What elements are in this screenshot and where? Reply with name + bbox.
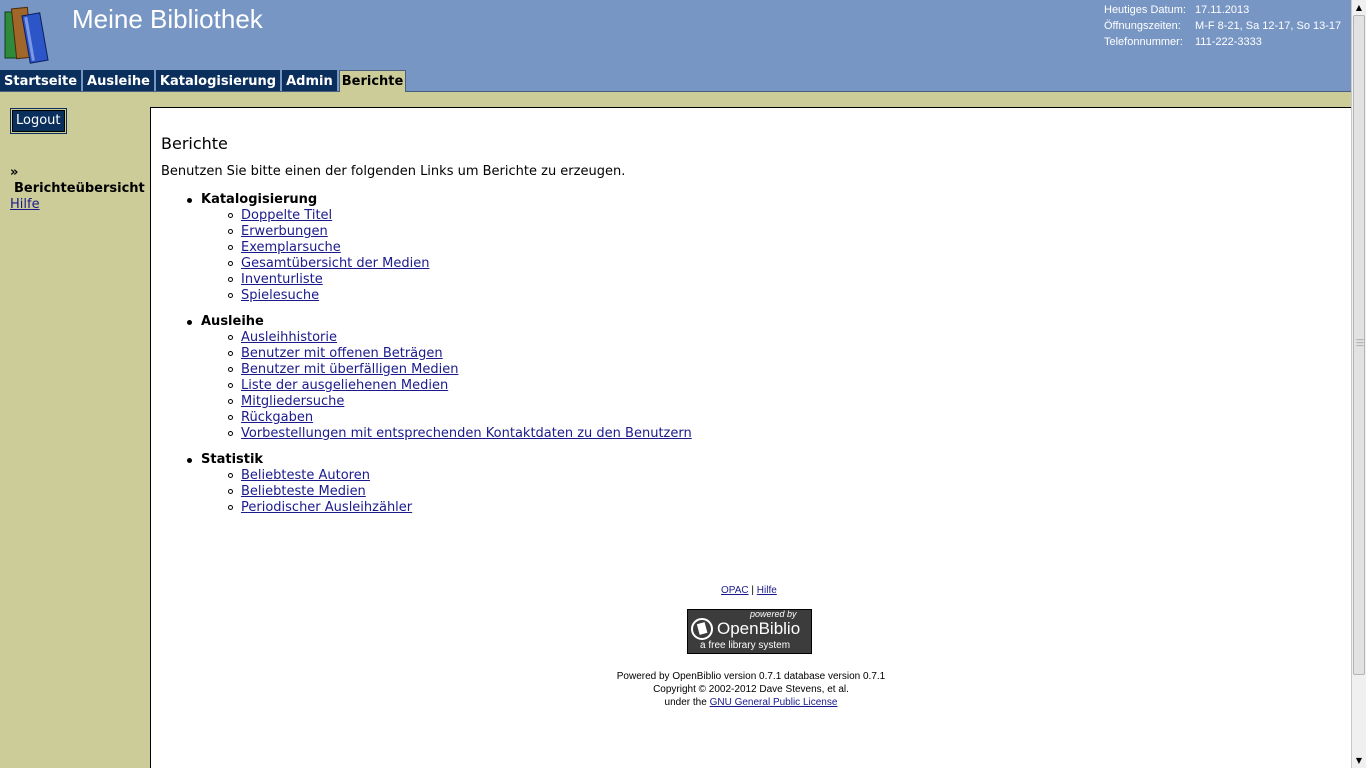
intro-text: Benutzen Sie bitte einen der folgenden L…: [161, 164, 626, 179]
list-item: Beliebteste Autoren: [228, 468, 692, 484]
list-item: Doppelte Titel: [228, 208, 692, 224]
report-link[interactable]: Gesamtübersicht der Medien: [241, 256, 429, 271]
header-bar: Meine Bibliothek Heutiges Datum: 17.11.2…: [0, 0, 1351, 92]
current-arrow: »: [10, 165, 19, 180]
page-title: Berichte: [161, 134, 228, 153]
sidebar-nav: » Berichteübersicht Hilfe: [10, 165, 145, 213]
info-label: Heutiges Datum:: [1104, 4, 1186, 16]
report-link-list: Doppelte Titel Erwerbungen Exemplarsuche…: [201, 208, 692, 304]
logout-button[interactable]: Logout: [12, 110, 65, 132]
license-line: under the GNU General Public License: [151, 696, 1351, 709]
main-tabs: Startseite Ausleihe Katalogisierung Admi…: [0, 70, 408, 92]
report-link[interactable]: Beliebteste Medien: [241, 484, 366, 499]
list-item: Periodischer Ausleihzähler: [228, 500, 692, 516]
vertical-scrollbar[interactable]: ▲ — — — ▼: [1351, 0, 1366, 768]
report-link[interactable]: Beliebteste Autoren: [241, 468, 370, 483]
sidebar: Logout » Berichteübersicht Hilfe: [0, 107, 150, 768]
scroll-up-icon[interactable]: ▲: [1352, 0, 1366, 15]
tab-berichte[interactable]: Berichte: [338, 70, 407, 92]
footer-opac-link[interactable]: OPAC: [721, 585, 749, 596]
tab-ausleihe[interactable]: Ausleihe: [83, 70, 154, 91]
list-item: Exemplarsuche: [228, 240, 692, 256]
powered-by-line: Powered by OpenBiblio version 0.7.1 data…: [616, 671, 886, 682]
section-katalogisierung: Katalogisierung Doppelte Titel Erwerbung…: [187, 192, 692, 304]
info-value: M-F 8-21, Sa 12-17, So 13-17: [1195, 20, 1342, 32]
copyright-line: Copyright © 2002-2012 Dave Stevens, et a…: [653, 684, 849, 695]
list-item: Inventurliste: [228, 272, 692, 288]
section-heading: Katalogisierung: [187, 192, 692, 208]
report-link[interactable]: Liste der ausgeliehenen Medien: [241, 378, 448, 393]
section-ausleihe: Ausleihe Ausleihhistorie Benutzer mit of…: [187, 314, 692, 442]
tab-startseite[interactable]: Startseite: [0, 70, 82, 91]
scroll-down-icon[interactable]: ▼: [1352, 753, 1366, 768]
list-item: Beliebteste Medien: [228, 484, 692, 500]
credits: Powered by OpenBiblio version 0.7.1 data…: [151, 670, 1351, 709]
footer-help-link[interactable]: Hilfe: [757, 585, 777, 596]
report-link[interactable]: Spielesuche: [241, 288, 319, 303]
section-statistik: Statistik Beliebteste Autoren Beliebtest…: [187, 452, 692, 516]
main-content: Berichte Benutzen Sie bitte einen der fo…: [150, 107, 1351, 768]
info-row-phone: Telefonnummer: 111-222-3333: [1104, 34, 1341, 50]
info-row-hours: Öffnungszeiten: M-F 8-21, Sa 12-17, So 1…: [1104, 18, 1341, 34]
list-item: Mitgliedersuche: [228, 394, 692, 410]
sidebar-item-current: Berichteübersicht: [14, 181, 145, 196]
list-item: Ausleihhistorie: [228, 330, 692, 346]
info-label: Öffnungszeiten:: [1104, 20, 1181, 32]
list-item: Rückgaben: [228, 410, 692, 426]
info-row-date: Heutiges Datum: 17.11.2013: [1104, 2, 1341, 18]
list-item: Benutzer mit offenen Beträgen: [228, 346, 692, 362]
tab-katalogisierung[interactable]: Katalogisierung: [155, 70, 281, 91]
footer-links: OPAC | Hilfe: [721, 585, 777, 596]
sidebar-help-link[interactable]: Hilfe: [10, 197, 40, 212]
list-item: Spielesuche: [228, 288, 692, 304]
info-label: Telefonnummer:: [1104, 36, 1183, 48]
openbiblio-badge[interactable]: powered by OpenBiblio a free library sys…: [687, 609, 812, 654]
license-link[interactable]: GNU General Public License: [710, 697, 838, 708]
info-value: 17.11.2013: [1195, 4, 1250, 16]
tab-admin[interactable]: Admin: [282, 70, 337, 91]
report-link[interactable]: Inventurliste: [241, 272, 323, 287]
report-link[interactable]: Rückgaben: [241, 410, 313, 425]
list-item: Benutzer mit überfälligen Medien: [228, 362, 692, 378]
scrollbar-thumb[interactable]: — — —: [1353, 15, 1365, 675]
list-item: Erwerbungen: [228, 224, 692, 240]
list-item: Vorbestellungen mit entsprechenden Konta…: [228, 426, 692, 442]
section-heading: Ausleihe: [187, 314, 692, 330]
badge-name: OpenBiblio: [717, 619, 801, 638]
report-link[interactable]: Doppelte Titel: [241, 208, 332, 223]
books-icon: [4, 6, 49, 64]
openbiblio-logo-icon: [691, 618, 713, 640]
grip-icon: — — —: [1356, 335, 1364, 350]
footer-separator: |: [751, 585, 754, 596]
report-link[interactable]: Ausleihhistorie: [241, 330, 337, 345]
app-title: Meine Bibliothek: [72, 4, 263, 34]
report-link-list: Ausleihhistorie Benutzer mit offenen Bet…: [201, 330, 692, 442]
badge-tagline: a free library system: [700, 640, 791, 651]
report-link[interactable]: Benutzer mit überfälligen Medien: [241, 362, 458, 377]
license-prefix: under the: [664, 697, 707, 708]
report-sections: Katalogisierung Doppelte Titel Erwerbung…: [187, 192, 692, 526]
report-link[interactable]: Periodischer Ausleihzähler: [241, 500, 412, 515]
report-link[interactable]: Benutzer mit offenen Beträgen: [241, 346, 443, 361]
badge-powered-by: powered by: [750, 609, 797, 619]
library-info: Heutiges Datum: 17.11.2013 Öffnungszeite…: [1104, 2, 1341, 50]
info-value: 111-222-3333: [1195, 36, 1262, 48]
list-item: Liste der ausgeliehenen Medien: [228, 378, 692, 394]
tab-underline-band: [0, 92, 1351, 107]
report-link[interactable]: Erwerbungen: [241, 224, 328, 239]
report-link[interactable]: Exemplarsuche: [241, 240, 341, 255]
list-item: Gesamtübersicht der Medien: [228, 256, 692, 272]
report-link[interactable]: Vorbestellungen mit entsprechenden Konta…: [241, 426, 692, 441]
report-link[interactable]: Mitgliedersuche: [241, 394, 344, 409]
section-heading: Statistik: [187, 452, 692, 468]
report-link-list: Beliebteste Autoren Beliebteste Medien P…: [201, 468, 692, 516]
